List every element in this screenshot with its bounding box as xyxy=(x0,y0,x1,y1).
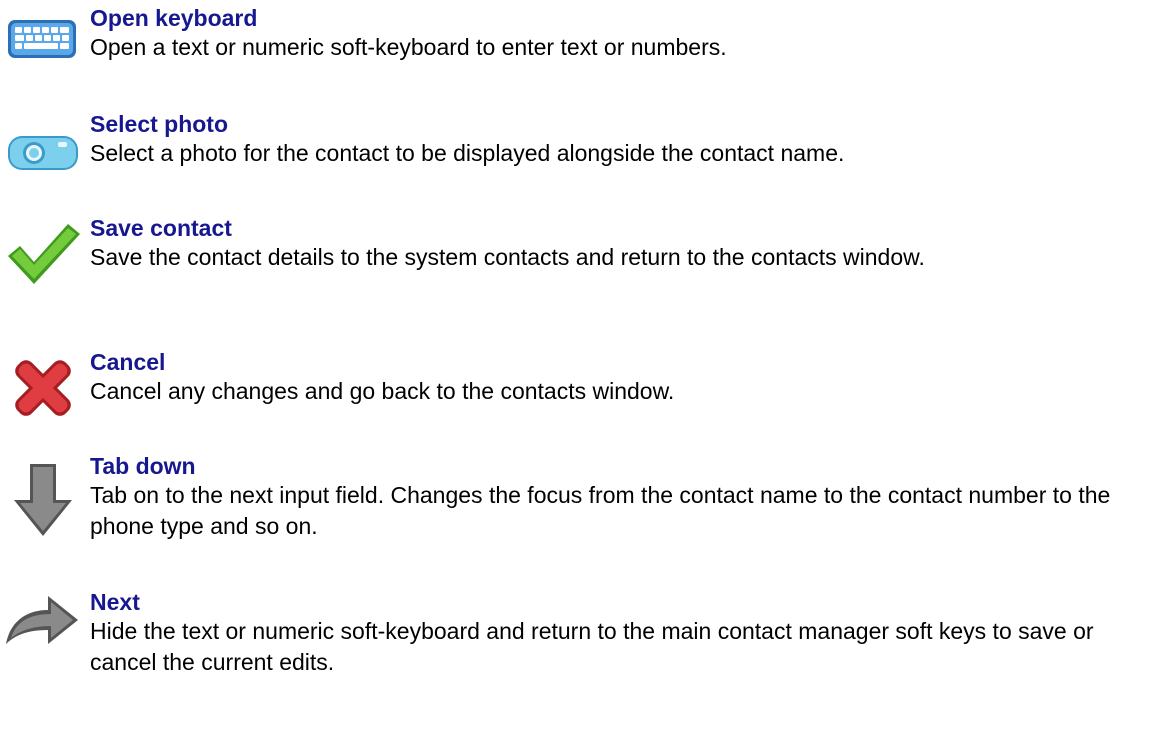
help-entry-text: Next Hide the text or numeric soft-keybo… xyxy=(90,588,1145,678)
cross-icon xyxy=(4,352,82,430)
help-entry-text: Select photo Select a photo for the cont… xyxy=(90,110,1145,169)
entry-title: Save contact xyxy=(90,215,232,241)
entry-description: Open a text or numeric soft-keyboard to … xyxy=(90,34,727,60)
help-entry-text: Save contact Save the contact details to… xyxy=(90,214,1145,273)
camera-icon xyxy=(4,130,82,208)
entry-description: Select a photo for the contact to be dis… xyxy=(90,140,845,166)
arrow-forward-icon xyxy=(4,588,82,666)
entry-title: Cancel xyxy=(90,349,166,375)
keyboard-icon xyxy=(4,14,82,92)
help-entry-text: Cancel Cancel any changes and go back to… xyxy=(90,348,1145,407)
entry-title: Tab down xyxy=(90,453,196,479)
checkmark-icon xyxy=(4,218,82,296)
entry-description: Save the contact details to the system c… xyxy=(90,244,925,270)
entry-description: Hide the text or numeric soft-keyboard a… xyxy=(90,618,1094,675)
entry-title: Next xyxy=(90,589,140,615)
help-entry-text: Open keyboard Open a text or numeric sof… xyxy=(90,4,1145,63)
entry-title: Open keyboard xyxy=(90,5,258,31)
arrow-down-icon xyxy=(4,460,82,538)
entry-title: Select photo xyxy=(90,111,229,137)
entry-description: Cancel any changes and go back to the co… xyxy=(90,378,675,404)
entry-description: Tab on to the next input field. Changes … xyxy=(90,482,1111,539)
help-entry-text: Tab down Tab on to the next input field.… xyxy=(90,452,1145,542)
